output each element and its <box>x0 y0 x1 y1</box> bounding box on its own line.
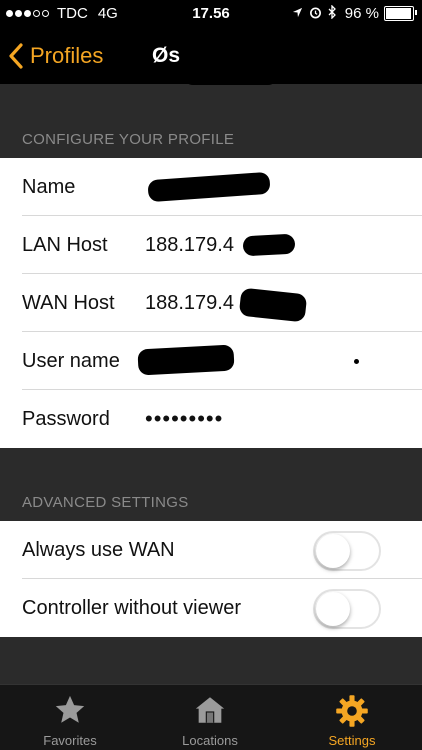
status-bar: TDC 4G 17.56 96 % <box>0 0 422 28</box>
title-redaction <box>183 45 278 85</box>
back-label: Profiles <box>30 43 104 68</box>
always-use-wan-label: Always use WAN <box>22 538 175 561</box>
gear-icon <box>336 695 368 727</box>
wan-host-row[interactable]: WAN Host 188.179.4 <box>0 274 422 332</box>
star-icon <box>55 695 85 723</box>
back-button[interactable]: Profiles <box>8 38 103 74</box>
configure-section-header: CONFIGURE YOUR PROFILE <box>22 131 235 148</box>
name-redaction <box>147 171 271 203</box>
always-use-wan-toggle[interactable] <box>313 531 381 571</box>
alarm-icon <box>309 6 322 22</box>
tab-favorites[interactable]: Favorites <box>0 685 140 750</box>
house-icon <box>195 697 225 723</box>
advanced-settings-group: Always use WAN Controller without viewer <box>0 521 422 637</box>
wan-host-label: WAN Host <box>22 291 115 314</box>
tab-bar: Favorites Locations Settings <box>0 684 422 750</box>
controller-without-viewer-label: Controller without viewer <box>22 596 241 619</box>
lan-host-value[interactable]: 188.179.4 <box>145 234 234 257</box>
user-name-label: User name <box>22 349 120 372</box>
tab-favorites-label: Favorites <box>43 733 97 748</box>
wan-host-redaction <box>238 287 308 323</box>
password-value[interactable]: ••••••••• <box>145 406 223 432</box>
tab-locations-label: Locations <box>182 733 238 748</box>
configure-profile-group: Name LAN Host 188.179.4 WAN Host 188.179… <box>0 158 422 448</box>
lan-host-label: LAN Host <box>22 233 108 256</box>
bluetooth-icon <box>328 4 337 22</box>
controller-without-viewer-toggle[interactable] <box>313 589 381 629</box>
lan-host-redaction <box>242 233 296 257</box>
status-right: 96 % <box>286 4 417 22</box>
battery-percent: 96 % <box>344 5 379 22</box>
tab-settings-label: Settings <box>328 733 376 748</box>
page-title: Øs <box>152 44 181 67</box>
tab-locations[interactable]: Locations <box>140 685 280 750</box>
name-label: Name <box>22 175 76 198</box>
lan-host-row[interactable]: LAN Host 188.179.4 <box>0 216 422 274</box>
tab-settings[interactable]: Settings <box>282 685 422 750</box>
user-name-redaction <box>137 344 235 376</box>
chevron-left-icon <box>9 43 23 69</box>
password-label: Password <box>22 407 110 430</box>
navigation-bar: Profiles Øs <box>0 28 422 85</box>
always-use-wan-row: Always use WAN <box>0 521 422 579</box>
screen: TDC 4G 17.56 96 % Profiles Øs CONFIGURE … <box>0 0 422 750</box>
stray-dot <box>354 359 359 364</box>
controller-without-viewer-row: Controller without viewer <box>0 579 422 637</box>
location-arrow-icon <box>292 6 303 21</box>
wan-host-value[interactable]: 188.179.4 <box>145 292 234 315</box>
battery-icon <box>384 6 417 21</box>
user-name-row[interactable]: User name <box>0 332 422 390</box>
advanced-section-header: ADVANCED SETTINGS <box>22 494 189 511</box>
password-row[interactable]: Password ••••••••• <box>0 390 422 448</box>
name-row[interactable]: Name <box>0 158 422 216</box>
